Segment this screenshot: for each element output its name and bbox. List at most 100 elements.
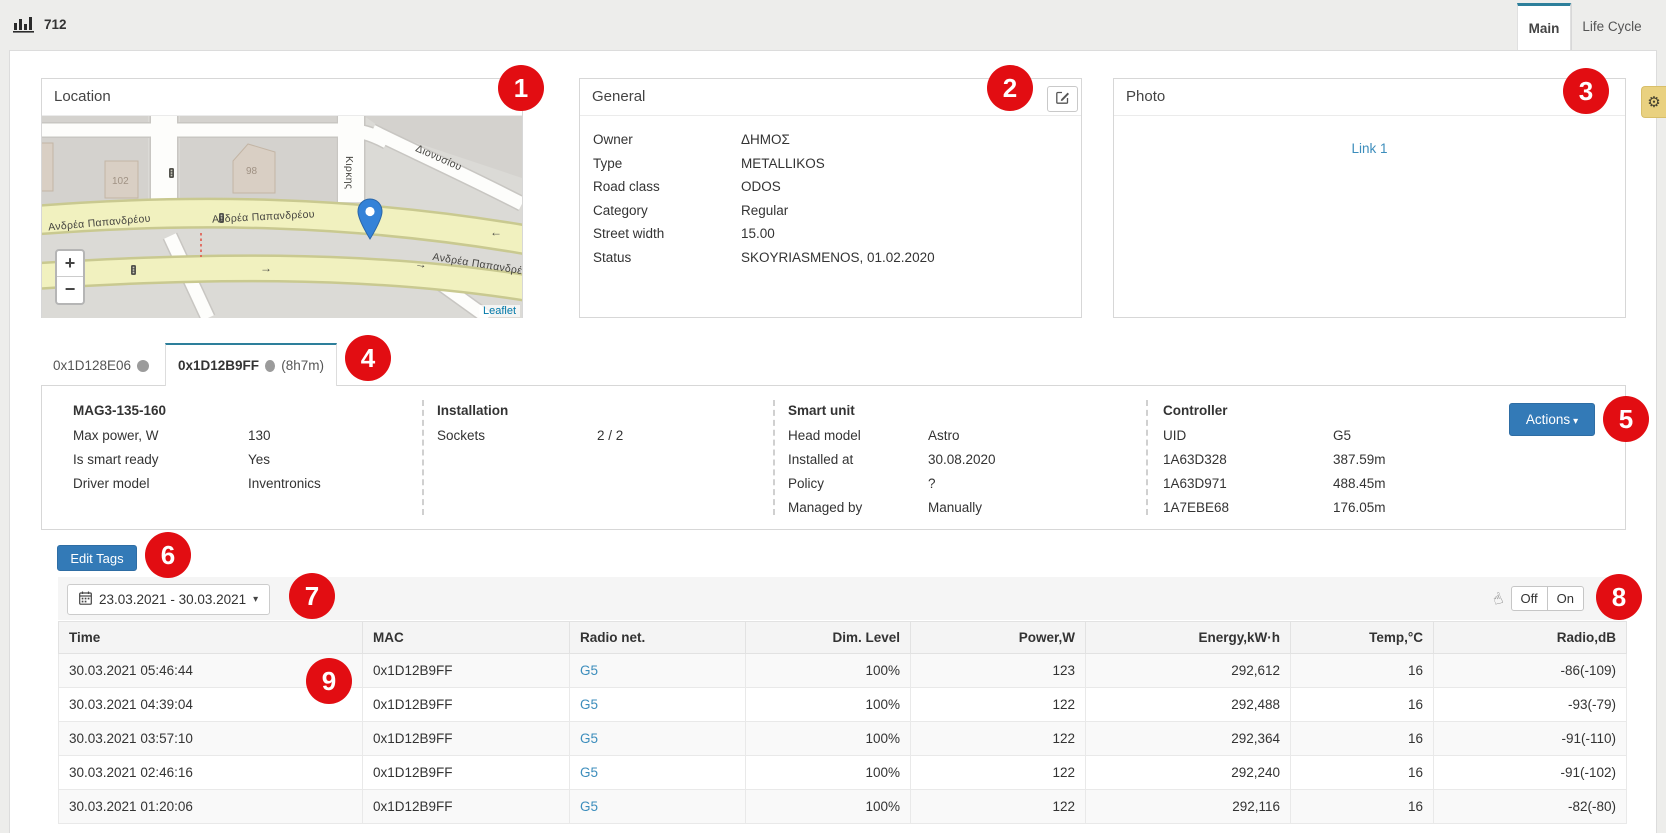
field-label: 1A63D328 (1163, 452, 1333, 467)
cell: 16 (1291, 756, 1434, 790)
field-value: Inventronics (248, 476, 413, 491)
device-section-controller: ControllerUIDG51A63D328387.59m1A63D97148… (1163, 399, 1463, 519)
annotation-badge-7: 7 (289, 573, 335, 619)
cell: 100% (746, 756, 911, 790)
photo-panel: Photo Link 1 (1113, 78, 1626, 318)
field-row: Head modelAstro (788, 423, 1128, 447)
radio-net-link[interactable]: G5 (580, 697, 598, 712)
photo-panel-title: Photo (1114, 79, 1625, 116)
radio-net-link[interactable]: G5 (580, 731, 598, 746)
table-row: 30.03.2021 05:46:440x1D12B9FFG5100%12329… (59, 654, 1627, 688)
on-button[interactable]: On (1547, 586, 1584, 611)
tab-life-cycle[interactable]: Life Cycle (1571, 3, 1652, 50)
cell: 16 (1291, 654, 1434, 688)
off-button[interactable]: Off (1511, 586, 1548, 611)
location-panel-title: Location (42, 79, 522, 116)
actions-dropdown-button[interactable]: Actions▾ (1509, 403, 1595, 436)
column-header: Power,W (911, 622, 1086, 654)
device-tab-0x1D128E06[interactable]: 0x1D128E06 (41, 346, 161, 385)
photo-link[interactable]: Link 1 (1114, 141, 1625, 156)
edit-general-button[interactable] (1047, 86, 1078, 112)
cell: 292,612 (1086, 654, 1291, 688)
radio-net-link[interactable]: G5 (580, 663, 598, 678)
field-label: Driver model (73, 476, 248, 491)
field-row: Is smart readyYes (73, 447, 413, 471)
house-number: 102 (112, 176, 129, 187)
cell: -91(-110) (1434, 722, 1627, 756)
house-number: 98 (246, 166, 257, 177)
field-label: Max power, W (73, 428, 248, 443)
direction-arrow: ← (490, 225, 502, 239)
section-title: Smart unit (788, 399, 1128, 423)
field-label: Sockets (437, 428, 597, 443)
cell: 122 (911, 756, 1086, 790)
gear-icon: ⚙ (1647, 93, 1660, 111)
field-value: ODOS (741, 179, 1081, 194)
cell: 100% (746, 790, 911, 824)
cell: 122 (911, 722, 1086, 756)
field-row: TypeMETALLIKOS (593, 152, 1081, 176)
field-row: UIDG5 (1163, 423, 1463, 447)
status-dot-icon (265, 360, 275, 372)
device-section-model: MAG3-135-160Max power, W130Is smart read… (73, 399, 413, 495)
zoom-in-button[interactable]: + (57, 251, 83, 277)
field-value: ? (928, 476, 1128, 491)
section-title: Installation (437, 399, 757, 423)
cell: 16 (1291, 790, 1434, 824)
field-value: Yes (248, 452, 413, 467)
date-range-picker[interactable]: 23.03.2021 - 30.03.2021 ▾ (67, 584, 270, 615)
radio-net-link[interactable]: G5 (580, 765, 598, 780)
date-range-label: 23.03.2021 - 30.03.2021 (99, 592, 246, 607)
direction-arrow: → (414, 256, 428, 272)
tab-main[interactable]: Main (1517, 3, 1571, 50)
cell: 0x1D12B9FF (363, 688, 570, 722)
column-header: Radio,dB (1434, 622, 1627, 654)
map-zoom-control: + − (55, 249, 85, 305)
field-label: Street width (593, 226, 741, 241)
cell: 292,364 (1086, 722, 1291, 756)
field-label: Type (593, 156, 741, 171)
field-row: OwnerΔΗΜΟΣ (593, 128, 1081, 152)
map[interactable]: Ανδρέα Παπανδρέου Ανδρέα Παπανδρέου → Αν… (42, 116, 522, 318)
table-row: 30.03.2021 04:39:040x1D12B9FFG5100%12229… (59, 688, 1627, 722)
cell: -82(-80) (1434, 790, 1627, 824)
field-row: 1A63D971488.45m (1163, 471, 1463, 495)
table-header-row: TimeMACRadio net.Dim. LevelPower,WEnergy… (59, 622, 1627, 654)
cell: 30.03.2021 01:20:06 (59, 790, 363, 824)
column-header: Dim. Level (746, 622, 911, 654)
edit-tags-button[interactable]: Edit Tags (57, 545, 137, 571)
caret-down-icon: ▾ (253, 594, 258, 605)
cell-radio-net: G5 (570, 722, 746, 756)
cell-radio-net: G5 (570, 790, 746, 824)
cell: 30.03.2021 02:46:16 (59, 756, 363, 790)
field-label: Head model (788, 428, 928, 443)
topbar: 712 Main Life Cycle (0, 0, 1666, 50)
field-row: 1A63D328387.59m (1163, 447, 1463, 471)
cell: 100% (746, 654, 911, 688)
annotation-badge-9: 9 (306, 658, 352, 704)
leaflet-attribution-link[interactable]: Leaflet (479, 305, 520, 317)
field-label: Installed at (788, 452, 928, 467)
column-header: Radio net. (570, 622, 746, 654)
field-label: 1A63D971 (1163, 476, 1333, 491)
cell: 122 (911, 688, 1086, 722)
section-divider (773, 400, 775, 515)
device-section-smart-unit: Smart unitHead modelAstroInstalled at30.… (788, 399, 1128, 519)
radio-net-link[interactable]: G5 (580, 799, 598, 814)
zoom-out-button[interactable]: − (57, 277, 83, 303)
map-marker-icon[interactable] (357, 198, 383, 240)
general-panel: General OwnerΔΗΜΟΣTypeMETALLIKOSRoad cla… (579, 78, 1082, 318)
field-value: 130 (248, 428, 413, 443)
section-divider (1146, 400, 1148, 515)
cell: 0x1D12B9FF (363, 790, 570, 824)
settings-flyout-button[interactable]: ⚙ (1641, 86, 1666, 118)
field-row: Driver modelInventronics (73, 471, 413, 495)
annotation-badge-5: 5 (1603, 396, 1649, 442)
device-tab-0x1D12B9FF[interactable]: 0x1D12B9FF (8h7m) (165, 343, 337, 386)
column-header: Temp,°C (1291, 622, 1434, 654)
annotation-badge-4: 4 (345, 335, 391, 381)
calendar-icon (79, 591, 92, 608)
caret-down-icon: ▾ (1573, 416, 1578, 427)
pencil-square-icon (1055, 90, 1070, 108)
field-value: Regular (741, 203, 1081, 218)
